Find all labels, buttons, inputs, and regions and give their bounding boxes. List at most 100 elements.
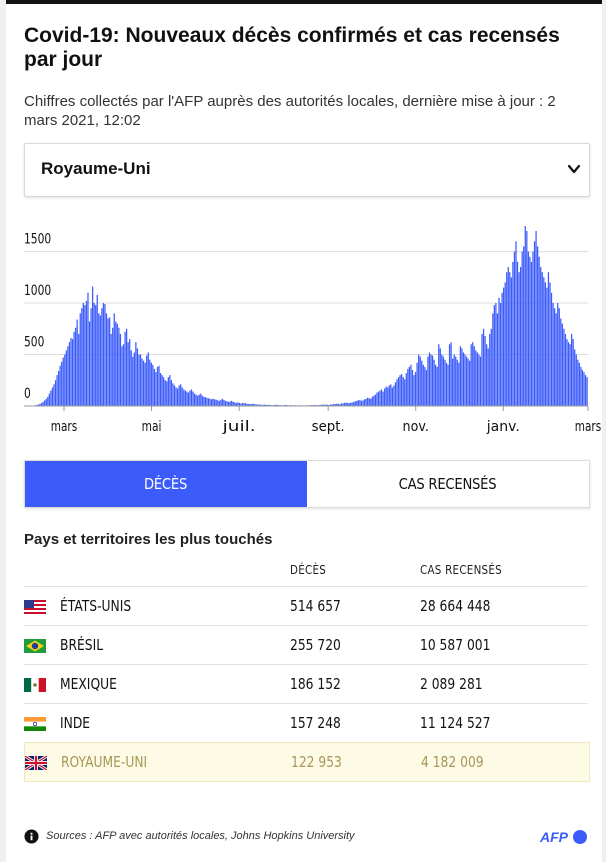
chart-bar [563,328,565,406]
chart-bar [76,319,78,406]
chart-bar [200,393,202,406]
chart-bar [504,282,506,406]
chart-bar [487,348,489,406]
chart-bar [473,346,475,406]
chart-bar [166,381,168,406]
x-tick-label: mars [51,419,77,435]
chart-bar [569,344,571,406]
chart-bar [541,272,543,406]
chart-bar [486,344,488,406]
chart-bar [481,333,483,406]
chart-bar [125,328,128,406]
chart-bar [478,354,480,406]
chart-bar [523,246,525,406]
chart-bar [581,369,584,406]
country-select-value: Royaume-Uni [41,159,151,178]
chart-bar [178,385,180,406]
chart-bar [88,321,91,406]
chart-bar [186,391,188,406]
table-row[interactable]: INDE 157 248 11 124 527 [24,703,588,742]
deaths-value: 514 657 [290,597,341,615]
chart-bar [512,261,514,406]
chart-bar [532,251,534,406]
chart-bar [133,352,135,406]
chart-bar [410,364,412,406]
chart-bar [452,358,454,406]
chart-bar [530,261,533,406]
chart-bar [561,323,563,406]
chart-bar [513,251,516,406]
chart-bar [68,342,71,406]
chart-bar [158,365,160,406]
chart-bar [61,361,63,406]
chart-bar [95,305,97,406]
chart-bar [98,313,100,406]
afp-logo[interactable]: AFP [540,828,588,846]
chart-bar [62,357,64,406]
source-text: Sources : AFP avec autorités locales, Jo… [46,830,355,842]
chart-bar [431,355,434,406]
cases-value: 10 587 001 [420,636,491,654]
chart-bar [155,372,157,406]
chart-bar [81,308,83,406]
chart-bar [144,362,146,406]
chart-bar [380,389,383,406]
chart-bar [164,380,166,406]
chart-bar [510,277,512,406]
chevron-down-icon [567,164,581,174]
chart-bar [384,388,386,406]
chart-bar [586,377,588,406]
chart-bar [397,377,400,406]
tab-cases[interactable]: CAS RECENSÉS [307,461,589,507]
chart-bar [189,390,191,406]
chart-bar [435,364,437,406]
chart-bar [184,390,186,406]
chart-bar [445,362,448,406]
chart-bar [127,342,129,406]
table-row[interactable]: MEXIQUE 186 152 2 089 281 [24,664,588,703]
chart-bar [65,350,67,406]
chart-bar [207,398,210,406]
chart-bar [227,401,230,406]
table-row[interactable]: ROYAUME-UNI 122 953 4 182 009 [24,742,590,782]
chart-bar [391,387,394,406]
uk-flag-icon [24,754,48,772]
chart-bar [425,369,427,406]
chart-bar [444,359,446,406]
country-name: INDE [60,714,91,732]
chart-bar [506,272,508,406]
chart-bar [93,303,95,406]
chart-bar [464,354,466,406]
chart-bar [130,350,132,406]
chart-bar [475,350,477,406]
chart-bar [51,387,54,406]
table-row[interactable]: BRÉSIL 255 720 10 587 001 [24,625,588,664]
chart-bar [53,384,55,406]
chart-bar [195,394,197,406]
chart-bar [139,354,142,406]
cases-value: 4 182 009 [421,753,484,771]
chart-bar [388,385,390,406]
country-select[interactable]: Royaume-Uni [24,143,590,197]
chart-bar [492,313,494,406]
page-subtitle: Chiffres collectés par l'AFP auprès des … [24,93,556,129]
table-row[interactable]: ÉTATS-UNIS 514 657 28 664 448 [24,586,588,625]
chart-bar [518,272,520,406]
chart-bar [44,400,46,406]
deaths-value: 122 953 [291,753,342,771]
chart-bar [447,364,449,406]
chart-bar [405,373,407,406]
chart-bar [85,301,88,406]
chart-bar [578,362,580,406]
chart-bar [218,400,220,406]
chart-bar [501,292,503,406]
chart-bar [57,371,60,406]
chart-bar [232,401,234,406]
chart-bar [470,344,472,406]
chart-bar [436,366,438,406]
chart-bar [64,354,66,406]
chart-bar [152,364,154,406]
chart-bar [387,387,389,406]
chart-bar [421,360,423,406]
tab-deaths[interactable]: DÉCÈS [25,461,307,507]
